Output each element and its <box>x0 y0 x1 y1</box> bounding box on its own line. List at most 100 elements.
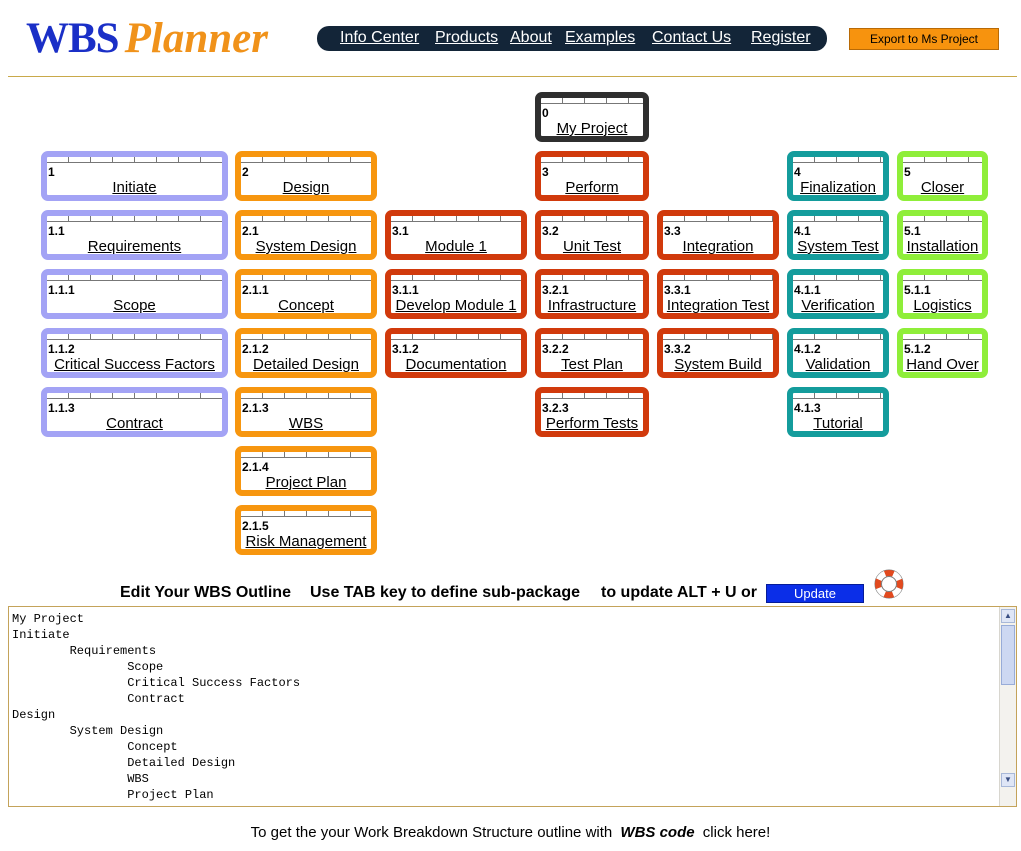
wbs-code: 2.1.1 <box>242 283 269 297</box>
logo-wbs: WBS <box>26 15 120 62</box>
nav-info-center[interactable]: Info Center <box>340 29 419 47</box>
wbs-node-4-1-3[interactable]: 4.1.3 Tutorial <box>787 387 889 437</box>
wbs-label[interactable]: Finalization <box>793 179 883 196</box>
wbs-node-3-2-3[interactable]: 3.2.3 Perform Tests <box>535 387 649 437</box>
wbs-label[interactable]: Infrastructure <box>541 297 643 314</box>
wbs-label[interactable]: Critical Success Factors <box>47 356 222 373</box>
wbs-node-root[interactable]: 0 My Project <box>535 92 649 142</box>
wbs-node-1[interactable]: 1 Initiate <box>41 151 228 201</box>
header-divider <box>8 76 1017 77</box>
wbs-label[interactable]: Test Plan <box>541 356 643 373</box>
wbs-node-3-1[interactable]: 3.1 Module 1 <box>385 210 527 260</box>
wbs-code: 1.1.1 <box>48 283 75 297</box>
wbs-code: 1.1.3 <box>48 401 75 415</box>
wbs-node-2-1-2[interactable]: 2.1.2 Detailed Design <box>235 328 377 378</box>
wbs-node-4-1-2[interactable]: 4.1.2 Validation <box>787 328 889 378</box>
wbs-label[interactable]: My Project <box>541 120 643 137</box>
wbs-label[interactable]: Perform Tests <box>541 415 643 432</box>
wbs-code: 3.3 <box>664 224 681 238</box>
wbs-node-3-3-1[interactable]: 3.3.1 Integration Test <box>657 269 779 319</box>
wbs-label[interactable]: Integration <box>663 238 773 255</box>
wbs-node-4-1[interactable]: 4.1 System Test <box>787 210 889 260</box>
wbs-label[interactable]: Develop Module 1 <box>391 297 521 314</box>
wbs-outline-editor[interactable]: My Project Initiate Requirements Scope C… <box>8 606 1017 807</box>
wbs-label[interactable]: Requirements <box>47 238 222 255</box>
wbs-label[interactable]: Integration Test <box>663 297 773 314</box>
wbs-label[interactable]: Detailed Design <box>241 356 371 373</box>
wbs-node-2[interactable]: 2 Design <box>235 151 377 201</box>
wbs-label[interactable]: Installation <box>903 238 982 255</box>
wbs-label[interactable]: System Test <box>793 238 883 255</box>
wbs-label[interactable]: Perform <box>541 179 643 196</box>
wbs-label[interactable]: Logistics <box>903 297 982 314</box>
edit-hint: Use TAB key to define sub-package <box>310 584 580 601</box>
wbs-code: 5.1 <box>904 224 921 238</box>
nav-about[interactable]: About <box>510 29 552 47</box>
wbs-label[interactable]: Design <box>241 179 371 196</box>
wbs-node-3-1-2[interactable]: 3.1.2 Documentation <box>385 328 527 378</box>
wbs-label[interactable]: Scope <box>47 297 222 314</box>
wbs-node-3-2-1[interactable]: 3.2.1 Infrastructure <box>535 269 649 319</box>
wbs-label[interactable]: Tutorial <box>793 415 883 432</box>
wbs-node-5[interactable]: 5 Closer <box>897 151 988 201</box>
outline-text[interactable]: My Project Initiate Requirements Scope C… <box>9 607 1016 803</box>
wbs-label[interactable]: Concept <box>241 297 371 314</box>
wbs-node-2-1-4[interactable]: 2.1.4 Project Plan <box>235 446 377 496</box>
wbs-label[interactable]: System Design <box>241 238 371 255</box>
wbs-node-3-3-2[interactable]: 3.3.2 System Build <box>657 328 779 378</box>
edit-update-hint: to update ALT + U or <box>601 584 757 601</box>
footer-emphasis: WBS code <box>620 824 695 841</box>
wbs-node-1-1[interactable]: 1.1 Requirements <box>41 210 228 260</box>
update-button[interactable]: Update <box>766 584 864 603</box>
wbs-node-2-1-3[interactable]: 2.1.3 WBS <box>235 387 377 437</box>
wbs-node-2-1[interactable]: 2.1 System Design <box>235 210 377 260</box>
wbs-node-1-1-3[interactable]: 1.1.3 Contract <box>41 387 228 437</box>
wbs-label[interactable]: Validation <box>793 356 883 373</box>
wbs-node-3-3[interactable]: 3.3 Integration <box>657 210 779 260</box>
wbs-code: 1.1 <box>48 224 65 238</box>
wbs-code: 3.1.1 <box>392 283 419 297</box>
nav-examples[interactable]: Examples <box>565 29 635 47</box>
scroll-down-icon[interactable]: ▼ <box>1001 773 1015 787</box>
nav-register[interactable]: Register <box>751 29 811 47</box>
wbs-label[interactable]: WBS <box>241 415 371 432</box>
wbs-label[interactable]: Unit Test <box>541 238 643 255</box>
wbs-node-3-2-2[interactable]: 3.2.2 Test Plan <box>535 328 649 378</box>
wbs-code: 5 <box>904 165 911 179</box>
wbs-code: 0 <box>542 106 549 120</box>
wbs-node-1-1-1[interactable]: 1.1.1 Scope <box>41 269 228 319</box>
wbs-label[interactable]: Risk Management <box>241 533 371 550</box>
wbs-node-3-1-1[interactable]: 3.1.1 Develop Module 1 <box>385 269 527 319</box>
wbs-label[interactable]: Module 1 <box>391 238 521 255</box>
scroll-thumb[interactable] <box>1001 625 1015 685</box>
wbs-node-2-1-1[interactable]: 2.1.1 Concept <box>235 269 377 319</box>
wbs-node-5-1-1[interactable]: 5.1.1 Logistics <box>897 269 988 319</box>
wbs-label[interactable]: System Build <box>663 356 773 373</box>
export-ms-project-button[interactable]: Export to Ms Project <box>849 28 999 50</box>
wbs-node-4-1-1[interactable]: 4.1.1 Verification <box>787 269 889 319</box>
logo: WBS Planner <box>26 14 268 64</box>
wbs-label[interactable]: Project Plan <box>241 474 371 491</box>
wbs-label[interactable]: Hand Over <box>903 356 982 373</box>
footer-click-here-link[interactable]: click here! <box>703 824 771 841</box>
wbs-label[interactable]: Verification <box>793 297 883 314</box>
wbs-code: 3.2.1 <box>542 283 569 297</box>
wbs-node-1-1-2[interactable]: 1.1.2 Critical Success Factors <box>41 328 228 378</box>
life-ring-icon[interactable] <box>873 568 905 600</box>
wbs-node-4[interactable]: 4 Finalization <box>787 151 889 201</box>
wbs-label[interactable]: Closer <box>903 179 982 196</box>
nav-contact-us[interactable]: Contact Us <box>652 29 731 47</box>
wbs-code: 4.1.3 <box>794 401 821 415</box>
outline-scrollbar[interactable]: ▲ ▼ <box>999 607 1016 806</box>
wbs-code: 5.1.2 <box>904 342 931 356</box>
wbs-label[interactable]: Contract <box>47 415 222 432</box>
wbs-label[interactable]: Documentation <box>391 356 521 373</box>
nav-products[interactable]: Products <box>435 29 498 47</box>
scroll-up-icon[interactable]: ▲ <box>1001 609 1015 623</box>
wbs-node-5-1[interactable]: 5.1 Installation <box>897 210 988 260</box>
wbs-node-3[interactable]: 3 Perform <box>535 151 649 201</box>
wbs-label[interactable]: Initiate <box>47 179 222 196</box>
wbs-node-3-2[interactable]: 3.2 Unit Test <box>535 210 649 260</box>
wbs-node-5-1-2[interactable]: 5.1.2 Hand Over <box>897 328 988 378</box>
wbs-node-2-1-5[interactable]: 2.1.5 Risk Management <box>235 505 377 555</box>
